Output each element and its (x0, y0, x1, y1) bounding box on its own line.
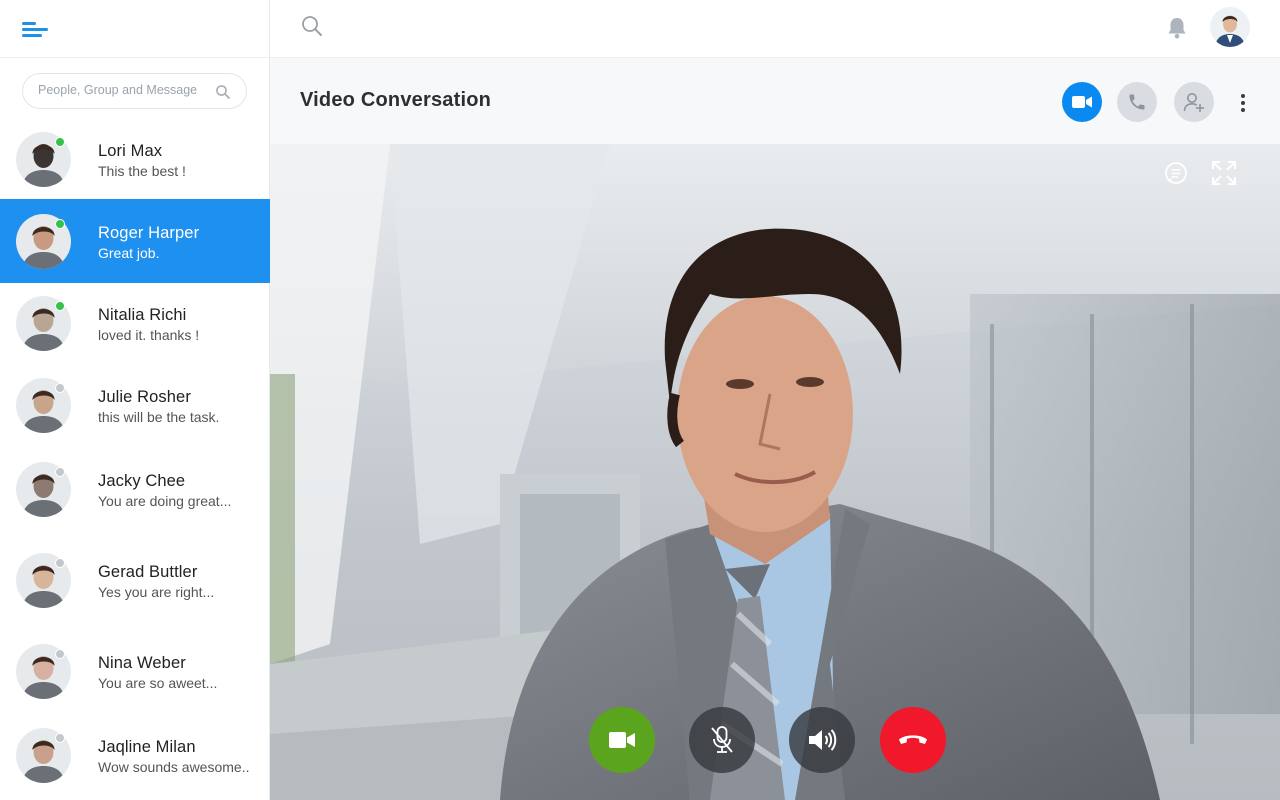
chat-bubble-icon[interactable] (1163, 160, 1189, 186)
sidebar: Lori Max This the best ! Roger Harper Great… (0, 0, 270, 800)
contact-item[interactable]: Nitalia Richi loved it. thanks ! (0, 281, 270, 365)
contact-search-box (22, 73, 247, 109)
search-icon[interactable] (215, 84, 231, 100)
video-call-button[interactable] (1062, 82, 1102, 122)
presence-status-dot (55, 733, 65, 743)
contact-item[interactable]: Lori Max This the best ! (0, 117, 270, 201)
add-participant-button[interactable] (1174, 82, 1214, 122)
contact-last-message: this will be the task. (98, 409, 220, 425)
contact-item[interactable]: Julie Rosher this will be the task. (0, 363, 270, 447)
video-camera-icon (609, 732, 635, 748)
presence-status-dot (55, 383, 65, 393)
contact-name: Julie Rosher (98, 388, 191, 406)
contact-item[interactable]: Nina Weber You are so aweet... (0, 629, 270, 713)
conversation-header: Video Conversation (270, 58, 1280, 144)
contact-last-message: This the best ! (98, 163, 186, 179)
menu-icon[interactable] (22, 20, 50, 40)
user-avatar[interactable] (1210, 7, 1250, 47)
presence-status-dot (55, 467, 65, 477)
mic-off-icon (711, 726, 733, 753)
add-user-icon (1183, 93, 1204, 112)
contact-name: Jaqline Milan (98, 738, 196, 756)
contact-item[interactable]: Jacky Chee You are doing great... (0, 447, 270, 531)
voice-call-button[interactable] (1117, 82, 1157, 122)
speaker-button[interactable] (789, 707, 855, 773)
search-icon[interactable] (300, 14, 324, 38)
contact-name: Roger Harper (98, 224, 200, 242)
contact-last-message: Wow sounds awesome.. (98, 759, 250, 775)
contact-item[interactable]: Jaqline Milan Wow sounds awesome.. (0, 713, 270, 797)
fullscreen-icon[interactable] (1211, 160, 1237, 186)
presence-status-dot (55, 558, 65, 568)
mute-microphone-button[interactable] (689, 707, 755, 773)
contact-item[interactable]: Roger Harper Great job. (0, 199, 270, 283)
more-vertical-icon[interactable] (1236, 94, 1250, 114)
contact-name: Nina Weber (98, 654, 186, 672)
contact-name: Nitalia Richi (98, 306, 187, 324)
conversation-title: Video Conversation (300, 89, 492, 111)
call-controls (270, 707, 1280, 775)
contact-last-message: You are doing great... (98, 493, 232, 509)
end-call-icon (899, 735, 927, 744)
video-camera-icon (1072, 96, 1092, 108)
contact-last-message: You are so aweet... (98, 675, 218, 691)
bell-icon[interactable] (1166, 16, 1188, 40)
presence-status-dot (55, 301, 65, 311)
phone-icon (1129, 94, 1145, 110)
contact-name: Jacky Chee (98, 472, 186, 490)
presence-status-dot (55, 649, 65, 659)
contact-name: Lori Max (98, 142, 163, 160)
video-stage (270, 144, 1280, 800)
contact-last-message: Yes you are right... (98, 584, 215, 600)
contact-last-message: loved it. thanks ! (98, 327, 200, 343)
contact-search-input[interactable] (38, 83, 213, 97)
contact-name: Gerad Buttler (98, 563, 198, 581)
remote-video-feed (270, 144, 1280, 800)
toggle-video-button[interactable] (589, 707, 655, 773)
contact-item[interactable]: Gerad Buttler Yes you are right... (0, 538, 270, 622)
sidebar-header (0, 0, 269, 58)
speaker-icon (809, 729, 837, 751)
contact-last-message: Great job. (98, 245, 160, 261)
presence-status-dot (55, 137, 65, 147)
top-bar (270, 0, 1280, 58)
presence-status-dot (55, 219, 65, 229)
end-call-button[interactable] (880, 707, 946, 773)
